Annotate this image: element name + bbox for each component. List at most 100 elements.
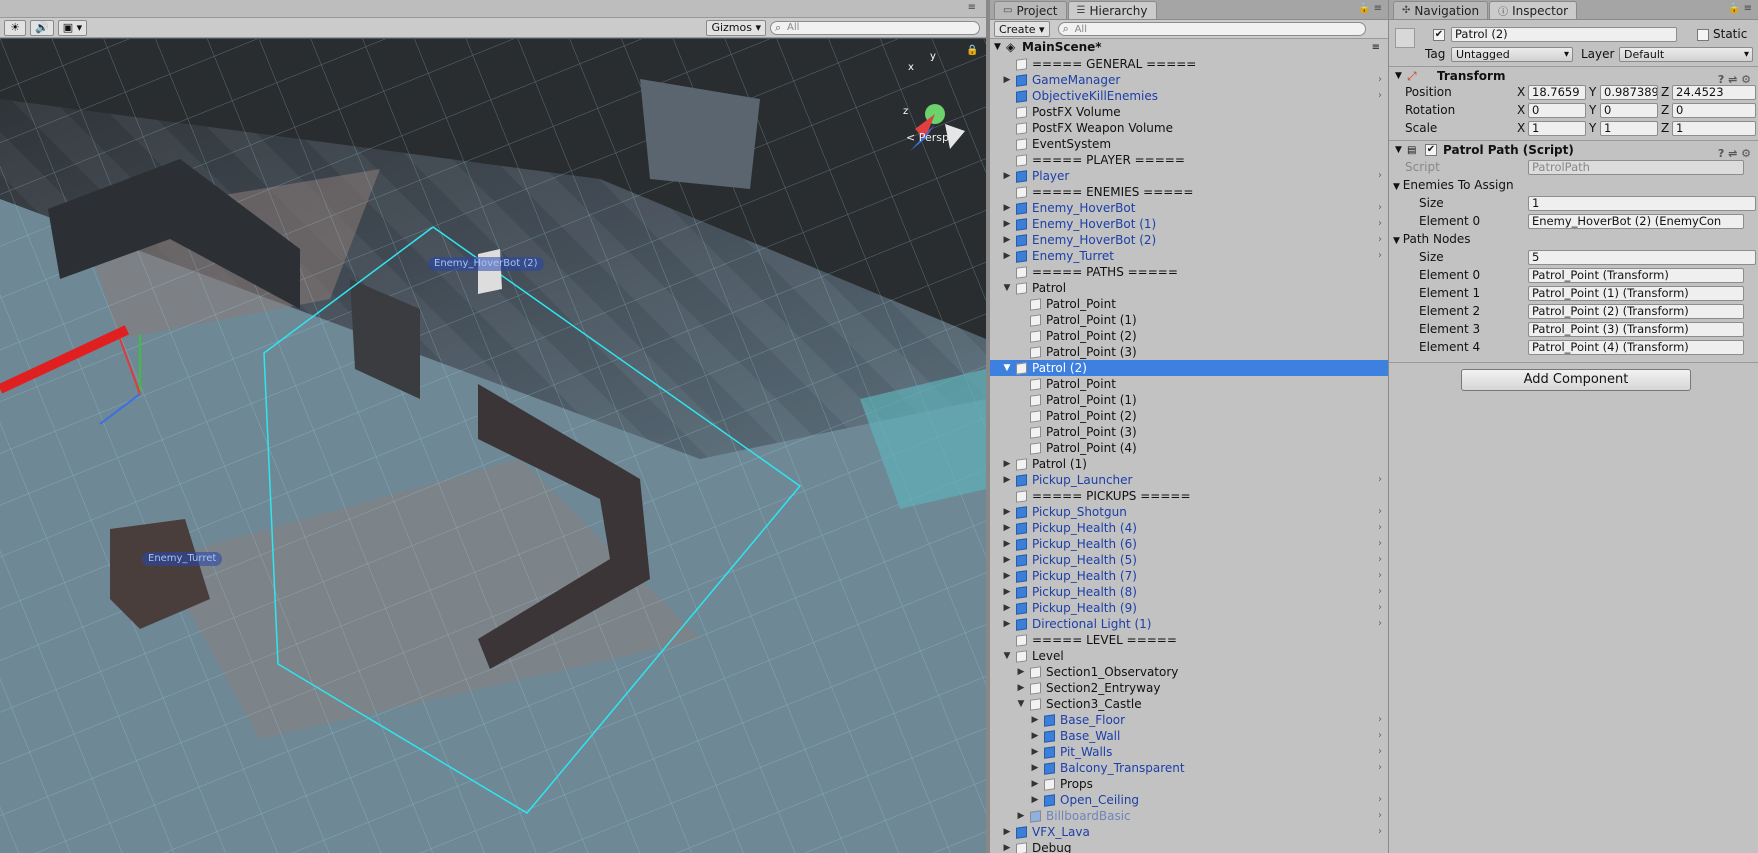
hierarchy-item[interactable]: ▶ Pickup_Launcher › [990, 472, 1388, 488]
hierarchy-item[interactable]: ▶ Section1_Observatory [990, 664, 1388, 680]
scale-z-field[interactable]: 1 [1672, 121, 1756, 136]
prefab-open-chevron-icon[interactable]: › [1378, 616, 1382, 632]
prefab-open-chevron-icon[interactable]: › [1378, 200, 1382, 216]
prefab-open-chevron-icon[interactable]: › [1378, 504, 1382, 520]
expand-arrow-closed-icon[interactable]: ▶ [1002, 72, 1012, 88]
hierarchy-item[interactable]: ===== ENEMIES ===== [990, 184, 1388, 200]
hierarchy-item[interactable]: ObjectiveKillEnemies › [990, 88, 1388, 104]
node-element-0-field[interactable]: Patrol_Point (Transform) [1528, 268, 1744, 283]
expand-arrow-closed-icon[interactable]: ▶ [1002, 200, 1012, 216]
hierarchy-item[interactable]: Patrol_Point [990, 296, 1388, 312]
prefab-open-chevron-icon[interactable]: › [1378, 248, 1382, 264]
prefab-open-chevron-icon[interactable]: › [1378, 712, 1382, 728]
scale-x-field[interactable]: 1 [1528, 121, 1586, 136]
prefab-open-chevron-icon[interactable]: › [1378, 472, 1382, 488]
expand-arrow-closed-icon[interactable]: ▶ [1002, 232, 1012, 248]
hoverbot-model[interactable] [478, 249, 502, 294]
expand-arrow-closed-icon[interactable]: ▶ [1016, 808, 1026, 824]
scene-header[interactable]: ▼ ◈ MainScene* ≡ [990, 39, 1388, 56]
expand-arrow-closed-icon[interactable]: ▶ [1002, 248, 1012, 264]
prefab-open-chevron-icon[interactable]: › [1378, 600, 1382, 616]
prefab-open-chevron-icon[interactable]: › [1378, 792, 1382, 808]
hierarchy-item[interactable]: ▶ Open_Ceiling › [990, 792, 1388, 808]
prefab-open-chevron-icon[interactable]: › [1378, 72, 1382, 88]
expand-arrow-open-icon[interactable]: ▼ [1002, 280, 1012, 296]
node-element-2-field[interactable]: Patrol_Point (2) (Transform) [1528, 304, 1744, 319]
expand-arrow-closed-icon[interactable]: ▶ [1002, 168, 1012, 184]
expand-arrow-open-icon[interactable]: ▼ [1016, 696, 1026, 712]
hierarchy-item[interactable]: Patrol_Point [990, 376, 1388, 392]
expand-arrow-closed-icon[interactable]: ▶ [1002, 600, 1012, 616]
hierarchy-item[interactable]: ▶ Pickup_Health (5) › [990, 552, 1388, 568]
hierarchy-item[interactable]: ▶ Balcony_Transparent › [990, 760, 1388, 776]
node-element-4-field[interactable]: Patrol_Point (4) (Transform) [1528, 340, 1744, 355]
prefab-open-chevron-icon[interactable]: › [1378, 760, 1382, 776]
lighting-toggle-icon[interactable]: ☀ [4, 19, 26, 36]
hierarchy-item[interactable]: ▶ Pickup_Health (8) › [990, 584, 1388, 600]
expand-arrow-closed-icon[interactable]: ▶ [1002, 616, 1012, 632]
enemies-to-assign-label[interactable]: ▼ Enemies To Assign [1393, 176, 1514, 194]
hierarchy-item[interactable]: PostFX Weapon Volume [990, 120, 1388, 136]
node-element-1-field[interactable]: Patrol_Point (1) (Transform) [1528, 286, 1744, 301]
expand-arrow-closed-icon[interactable]: ▶ [1002, 552, 1012, 568]
expand-arrow-closed-icon[interactable]: ▶ [1016, 680, 1026, 696]
hierarchy-item[interactable]: ===== PATHS ===== [990, 264, 1388, 280]
node-element-3-field[interactable]: Patrol_Point (3) (Transform) [1528, 322, 1744, 337]
expand-arrow-closed-icon[interactable]: ▶ [1030, 744, 1040, 760]
expand-arrow-closed-icon[interactable]: ▶ [1030, 728, 1040, 744]
effects-dropdown-icon[interactable]: ▣ ▾ [57, 19, 88, 36]
static-checkbox[interactable] [1697, 29, 1709, 41]
hierarchy-item[interactable]: ▶ Pit_Walls › [990, 744, 1388, 760]
patrol-collapse-arrow[interactable]: ▼ [1395, 141, 1402, 160]
scene-viewport[interactable]: Enemy_HoverBot (2) Enemy_Turret < Persp … [0, 39, 986, 853]
position-y-field[interactable]: 0.9873898 [1600, 85, 1658, 100]
expand-arrow-closed-icon[interactable]: ▶ [1030, 776, 1040, 792]
prefab-open-chevron-icon[interactable]: › [1378, 584, 1382, 600]
hierarchy-item[interactable]: ▶ Pickup_Health (9) › [990, 600, 1388, 616]
transform-collapse-arrow[interactable]: ▼ [1395, 67, 1402, 86]
expand-arrow-open-icon[interactable]: ▼ [1002, 360, 1012, 376]
enemies-element-0-field[interactable]: Enemy_HoverBot (2) (EnemyCon [1528, 214, 1744, 229]
active-checkbox[interactable]: ✔ [1433, 29, 1445, 41]
panel-menu-icon[interactable]: ≡ [968, 2, 976, 13]
nodes-size-field[interactable]: 5 [1528, 250, 1756, 265]
expand-arrow-closed-icon[interactable]: ▶ [1002, 472, 1012, 488]
lock-icon[interactable]: 🔒 [966, 45, 978, 56]
hierarchy-item[interactable]: ▶ Pickup_Health (4) › [990, 520, 1388, 536]
scene-search-input[interactable]: All [770, 20, 980, 35]
hierarchy-item[interactable]: Patrol_Point (4) [990, 440, 1388, 456]
prefab-open-chevron-icon[interactable]: › [1378, 520, 1382, 536]
expand-arrow-closed-icon[interactable]: ▶ [1002, 504, 1012, 520]
prefab-open-chevron-icon[interactable]: › [1378, 552, 1382, 568]
hierarchy-item[interactable]: ▶ Pickup_Health (6) › [990, 536, 1388, 552]
persp-label[interactable]: < Persp [906, 131, 949, 144]
hierarchy-item[interactable]: ▶ Enemy_HoverBot › [990, 200, 1388, 216]
position-x-field[interactable]: 18.7659 [1528, 85, 1586, 100]
hierarchy-item[interactable]: ▼ Section3_Castle [990, 696, 1388, 712]
patrol-path-enabled-checkbox[interactable]: ✔ [1425, 144, 1437, 156]
expand-arrow-closed-icon[interactable]: ▶ [1030, 792, 1040, 808]
hierarchy-item[interactable]: ▶ GameManager › [990, 72, 1388, 88]
add-component-button[interactable]: Add Component [1461, 369, 1691, 391]
inspector-menu-icon[interactable]: 🔒 ≡ [1728, 3, 1752, 14]
hierarchy-item[interactable]: ===== GENERAL ===== [990, 56, 1388, 72]
prefab-open-chevron-icon[interactable]: › [1378, 216, 1382, 232]
prefab-open-chevron-icon[interactable]: › [1378, 232, 1382, 248]
expand-arrow-open-icon[interactable]: ▼ [1002, 648, 1012, 664]
expand-arrow-closed-icon[interactable]: ▶ [1002, 824, 1012, 840]
expand-arrow-closed-icon[interactable]: ▶ [1002, 216, 1012, 232]
create-dropdown[interactable]: Create ▾ [994, 21, 1050, 37]
hierarchy-item[interactable]: ▶ Base_Floor › [990, 712, 1388, 728]
hierarchy-item[interactable]: PostFX Volume [990, 104, 1388, 120]
position-z-field[interactable]: 24.4523 [1672, 85, 1756, 100]
turret-label[interactable]: Enemy_Turret [142, 552, 223, 566]
expand-arrow-closed-icon[interactable]: ▶ [1002, 520, 1012, 536]
prefab-open-chevron-icon[interactable]: › [1378, 808, 1382, 824]
scene-view[interactable]: ≡ ☀ 🔊 ▣ ▾ Gizmos ▾ All [0, 0, 986, 853]
prefab-open-chevron-icon[interactable]: › [1378, 168, 1382, 184]
hierarchy-item[interactable]: ▶ Debug [990, 840, 1388, 853]
object-name-field[interactable]: Patrol (2) [1451, 27, 1677, 42]
hierarchy-item[interactable]: ▶ Pickup_Health (7) › [990, 568, 1388, 584]
hierarchy-item[interactable]: ▶ Enemy_Turret › [990, 248, 1388, 264]
hierarchy-item[interactable]: ===== PLAYER ===== [990, 152, 1388, 168]
